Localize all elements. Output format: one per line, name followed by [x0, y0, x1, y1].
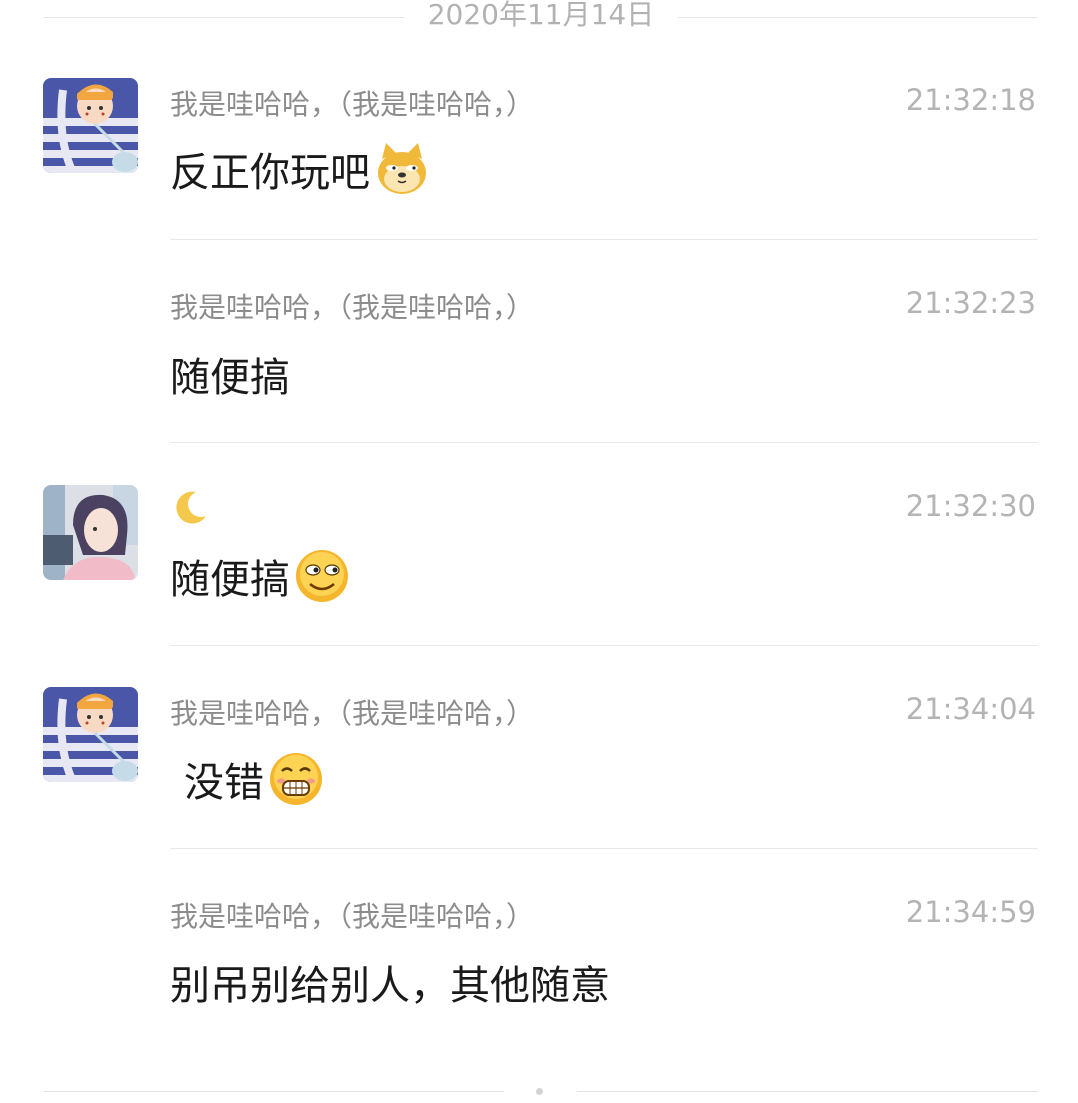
message-time: 21:34:59 [905, 895, 1036, 929]
message-text: 随便搞 [170, 547, 350, 605]
message-text: 随便搞 [170, 345, 290, 403]
message-separator [170, 645, 1038, 646]
divider-line-left [44, 16, 404, 18]
message-text: 反正你玩吧 [170, 140, 430, 198]
divider-line-right [678, 16, 1038, 18]
bottom-line-right [577, 1090, 1038, 1092]
message-text: 别吊别给别人，其他随意 [170, 953, 610, 1011]
message-text-label: 没错 [184, 760, 264, 806]
bottom-line-left [44, 1090, 504, 1092]
message-text-label: 反正你玩吧 [170, 150, 370, 196]
sender-name: 我是哇哈哈，（我是哇哈哈，） [170, 900, 535, 933]
message-text: 没错 [184, 750, 324, 808]
bottom-dot-icon [536, 1087, 543, 1095]
smirk-emoji [294, 548, 350, 604]
sender-name: 我是哇哈哈，（我是哇哈哈，） [170, 697, 535, 730]
avatar-striped-shirt-boy[interactable] [43, 687, 138, 782]
crescent-moon-icon [170, 491, 210, 535]
doge-emoji [374, 141, 430, 197]
message-time: 21:34:04 [905, 692, 1036, 726]
message-time: 21:32:23 [905, 286, 1036, 320]
message-separator [170, 239, 1038, 240]
sender-moon [170, 488, 210, 535]
message-text-label: 别吊别给别人，其他随意 [170, 963, 610, 1009]
message-time: 21:32:18 [905, 83, 1036, 117]
grin-emoji [268, 751, 324, 807]
date-divider: 2020年11月14日 [44, 0, 1038, 34]
message-text-label: 随便搞 [170, 557, 290, 603]
message-time: 21:32:30 [905, 489, 1036, 523]
date-label: 2020年11月14日 [427, 0, 655, 31]
bottom-divider [44, 1087, 1038, 1095]
message-separator [170, 442, 1038, 443]
avatar-anime-girl[interactable] [43, 485, 138, 580]
avatar-striped-shirt-boy[interactable] [43, 78, 138, 173]
message-text-label: 随便搞 [170, 355, 290, 401]
message-separator [170, 848, 1038, 849]
sender-name: 我是哇哈哈，（我是哇哈哈，） [170, 88, 535, 121]
sender-name: 我是哇哈哈，（我是哇哈哈，） [170, 291, 535, 324]
